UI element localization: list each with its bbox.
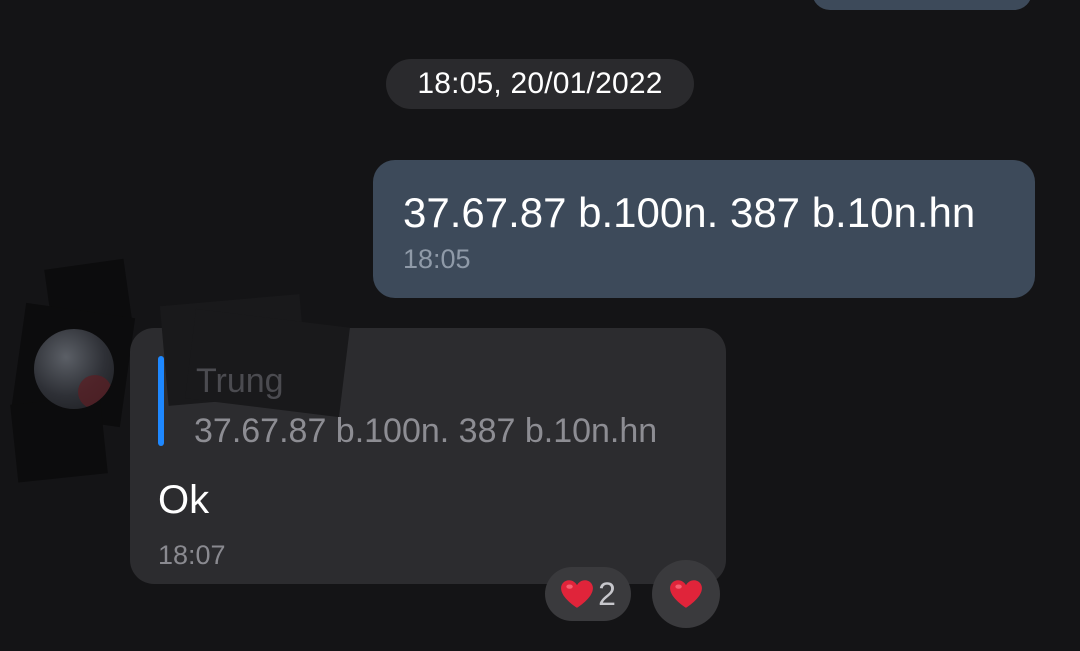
reply-accent-bar xyxy=(158,356,164,446)
reaction-count: 2 xyxy=(598,575,616,612)
add-reaction-button[interactable] xyxy=(652,560,720,628)
reply-sender-name[interactable]: Trung xyxy=(196,362,284,401)
outgoing-message-time: 18:05 xyxy=(403,244,471,274)
date-separator-text: 18:05, 20/01/2022 xyxy=(417,67,663,100)
reply-quoted-text[interactable]: 37.67.87 b.100n. 387 b.10n.hn xyxy=(194,412,657,451)
incoming-message-time: 18:07 xyxy=(158,540,226,570)
contact-avatar[interactable] xyxy=(34,329,114,409)
outgoing-message-text: 37.67.87 b.100n. 387 b.10n.hn xyxy=(403,189,976,236)
previous-outgoing-bubble[interactable] xyxy=(812,0,1032,10)
heart-icon xyxy=(670,580,702,608)
incoming-message-bubble[interactable]: Trung 37.67.87 b.100n. 387 b.10n.hn Ok 1… xyxy=(130,294,726,584)
outgoing-message-bubble[interactable]: 37.67.87 b.100n. 387 b.10n.hn 18:05 xyxy=(373,160,1035,298)
heart-icon xyxy=(561,580,594,608)
incoming-message-text: Ok xyxy=(158,478,210,522)
date-separator: 18:05, 20/01/2022 xyxy=(386,59,694,109)
reaction-summary[interactable]: 2 xyxy=(545,567,631,621)
